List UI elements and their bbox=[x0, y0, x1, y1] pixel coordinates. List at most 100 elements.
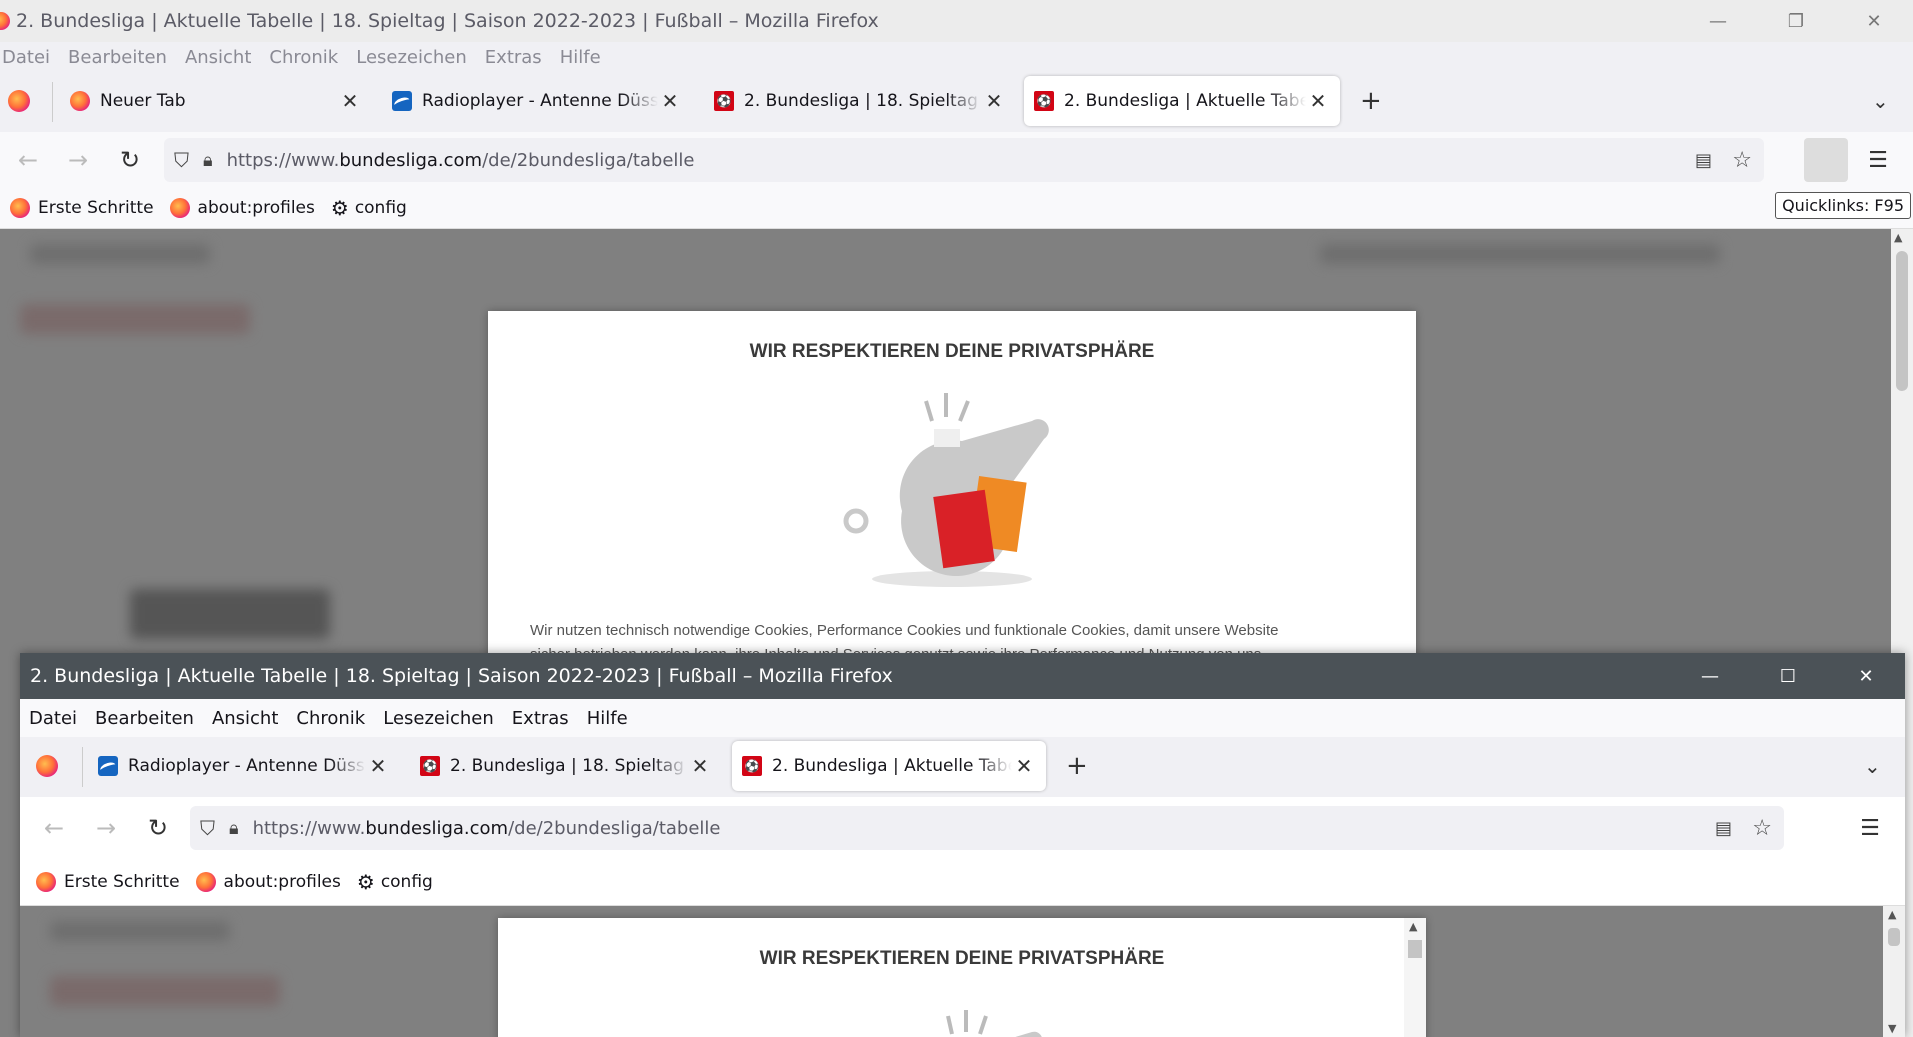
minimize-icon[interactable]: — bbox=[1671, 653, 1749, 699]
firefox-view-button[interactable] bbox=[36, 741, 66, 791]
reader-view-icon[interactable]: ▤ bbox=[1695, 150, 1712, 171]
menu-ansicht[interactable]: Ansicht bbox=[212, 708, 278, 729]
bundesliga-icon: ⚽ bbox=[714, 91, 734, 111]
title-bar: 2. Bundesliga | Aktuelle Tabelle | 18. S… bbox=[0, 0, 1913, 42]
page-scrollbar[interactable]: ▲ ▼ bbox=[1883, 906, 1905, 1037]
menu-bearbeiten[interactable]: Bearbeiten bbox=[95, 708, 194, 729]
menu-chronik[interactable]: Chronik bbox=[269, 47, 338, 68]
front-browser-window: 2. Bundesliga | Aktuelle Tabelle | 18. S… bbox=[20, 653, 1905, 1037]
url-text: https://www.bundesliga.com/de/2bundeslig… bbox=[227, 150, 695, 171]
menu-ansicht[interactable]: Ansicht bbox=[185, 47, 251, 68]
close-tab-icon[interactable]: ✕ bbox=[982, 89, 1006, 113]
url-bar[interactable]: ⛉ 🔒︎ https://www.bundesliga.com/de/2bund… bbox=[190, 806, 1784, 850]
bookmarks-toolbar: Erste Schritte about:profiles ⚙ config bbox=[20, 859, 1905, 906]
star-bookmark-icon[interactable]: ☆ bbox=[1752, 816, 1772, 841]
url-bar[interactable]: ⛉ 🔒︎ https://www.bundesliga.com/de/2bund… bbox=[164, 138, 1764, 182]
cookie-text-line: Wir nutzen technisch notwendige Cookies,… bbox=[530, 622, 1279, 639]
firefox-icon bbox=[70, 91, 90, 111]
modal-title: WIR RESPEKTIEREN DEINE PRIVATSPHÄRE bbox=[749, 341, 1155, 362]
close-tab-icon[interactable]: ✕ bbox=[338, 89, 362, 113]
back-arrow-icon[interactable]: ← bbox=[34, 808, 74, 848]
menu-extras[interactable]: Extras bbox=[485, 47, 542, 68]
extension-button[interactable] bbox=[1804, 138, 1848, 182]
menu-lesezeichen[interactable]: Lesezeichen bbox=[356, 47, 467, 68]
forward-arrow-icon[interactable]: → bbox=[58, 140, 98, 180]
menu-datei[interactable]: Datei bbox=[29, 708, 77, 729]
shield-icon[interactable]: ⛉ bbox=[200, 816, 215, 840]
back-arrow-icon[interactable]: ← bbox=[8, 140, 48, 180]
new-tab-button[interactable]: + bbox=[1066, 741, 1090, 791]
menu-bar: Datei Bearbeiten Ansicht Chronik Lesezei… bbox=[20, 699, 1905, 737]
forward-arrow-icon[interactable]: → bbox=[86, 808, 126, 848]
blurred-heading bbox=[130, 589, 330, 639]
tab-label: 2. Bundesliga | 18. Spieltag | Saison bbox=[450, 756, 688, 776]
tab-bundesliga-tabelle[interactable]: ⚽ 2. Bundesliga | Aktuelle Tabelle ✕ bbox=[1024, 76, 1340, 126]
scrollbar-thumb[interactable] bbox=[1408, 940, 1422, 958]
firefox-icon bbox=[0, 12, 10, 30]
maximize-icon[interactable]: ☐ bbox=[1749, 653, 1827, 699]
minimize-icon[interactable]: — bbox=[1679, 0, 1757, 42]
modal-title: WIR RESPEKTIEREN DEINE PRIVATSPHÄRE bbox=[759, 948, 1165, 969]
modal-scrollbar[interactable]: ▲ ▼ bbox=[1404, 918, 1426, 1037]
bookmark-config[interactable]: ⚙ config bbox=[357, 870, 433, 894]
lock-icon[interactable]: 🔒︎ bbox=[229, 818, 239, 839]
restore-icon[interactable]: ❐ bbox=[1757, 0, 1835, 42]
navigation-bar: ← → ↻ ⛉ 🔒︎ https://www.bundesliga.com/de… bbox=[20, 797, 1905, 859]
menu-bearbeiten[interactable]: Bearbeiten bbox=[68, 47, 167, 68]
close-window-icon[interactable]: ✕ bbox=[1827, 653, 1905, 699]
scrollbar-thumb[interactable] bbox=[1888, 928, 1900, 946]
bookmark-erste-schritte[interactable]: Erste Schritte bbox=[10, 198, 154, 218]
close-tab-icon[interactable]: ✕ bbox=[658, 89, 682, 113]
scroll-up-icon[interactable]: ▲ bbox=[1894, 231, 1902, 244]
cookie-consent-modal: WIR RESPEKTIEREN DEINE PRIVATSPHÄRE ▲ ▼ bbox=[498, 918, 1426, 1037]
close-tab-icon[interactable]: ✕ bbox=[366, 754, 390, 778]
shield-icon[interactable]: ⛉ bbox=[174, 148, 189, 172]
close-tab-icon[interactable]: ✕ bbox=[1306, 89, 1330, 113]
menu-datei[interactable]: Datei bbox=[2, 47, 50, 68]
bookmark-about-profiles[interactable]: about:profiles bbox=[195, 872, 341, 892]
close-tab-icon[interactable]: ✕ bbox=[1012, 754, 1036, 778]
tab-neuer-tab[interactable]: Neuer Tab ✕ bbox=[70, 76, 362, 126]
firefox-icon bbox=[8, 90, 30, 112]
bookmark-erste-schritte[interactable]: Erste Schritte bbox=[36, 872, 180, 892]
tab-separator bbox=[82, 747, 83, 787]
hamburger-menu-icon[interactable]: ☰ bbox=[1858, 140, 1898, 180]
menu-hilfe[interactable]: Hilfe bbox=[560, 47, 601, 68]
bookmark-about-profiles[interactable]: about:profiles bbox=[169, 198, 315, 218]
bookmark-label: about:profiles bbox=[223, 872, 341, 892]
bookmark-config[interactable]: ⚙ config bbox=[331, 196, 407, 220]
cookie-consent-modal: WIR RESPEKTIEREN DEINE PRIVATSPHÄRE Wir … bbox=[488, 311, 1416, 711]
menu-chronik[interactable]: Chronik bbox=[296, 708, 365, 729]
scroll-up-icon[interactable]: ▲ bbox=[1888, 908, 1896, 921]
tab-label: Radioplayer - Antenne Düsseldorf bbox=[422, 91, 658, 111]
reload-icon[interactable]: ↻ bbox=[138, 808, 178, 848]
gear-icon: ⚙ bbox=[356, 870, 375, 894]
menu-lesezeichen[interactable]: Lesezeichen bbox=[383, 708, 494, 729]
list-tabs-chevron-icon[interactable]: ⌄ bbox=[1864, 741, 1888, 791]
bookmark-label: config bbox=[380, 872, 433, 892]
scroll-down-icon[interactable]: ▼ bbox=[1888, 1022, 1896, 1035]
scroll-up-icon[interactable]: ▲ bbox=[1409, 920, 1417, 933]
tab-bundesliga-tabelle[interactable]: ⚽ 2. Bundesliga | Aktuelle Tabelle ✕ bbox=[732, 741, 1046, 791]
reader-view-icon[interactable]: ▤ bbox=[1715, 818, 1732, 839]
list-tabs-chevron-icon[interactable]: ⌄ bbox=[1872, 76, 1896, 126]
tab-separator bbox=[52, 82, 53, 122]
new-tab-button[interactable]: + bbox=[1360, 76, 1384, 126]
firefox-view-button[interactable] bbox=[8, 76, 38, 126]
hamburger-menu-icon[interactable]: ☰ bbox=[1850, 808, 1890, 848]
scrollbar-thumb[interactable] bbox=[1896, 251, 1908, 391]
menu-hilfe[interactable]: Hilfe bbox=[587, 708, 628, 729]
star-bookmark-icon[interactable]: ☆ bbox=[1732, 148, 1752, 173]
tab-bundesliga-spieltag[interactable]: ⚽ 2. Bundesliga | 18. Spieltag | Saison … bbox=[420, 741, 712, 791]
tab-radioplayer[interactable]: Radioplayer - Antenne Düsseldorf ✕ bbox=[392, 76, 682, 126]
tab-bundesliga-spieltag[interactable]: ⚽ 2. Bundesliga | 18. Spieltag | Saison … bbox=[714, 76, 1006, 126]
bookmark-label: Erste Schritte bbox=[64, 872, 180, 892]
firefox-icon bbox=[10, 198, 30, 218]
bookmarks-toolbar: Erste Schritte about:profiles ⚙ config Qu… bbox=[0, 188, 1913, 229]
tab-radioplayer[interactable]: Radioplayer - Antenne Düsseldorf ✕ bbox=[98, 741, 390, 791]
lock-icon[interactable]: 🔒︎ bbox=[203, 150, 213, 171]
reload-icon[interactable]: ↻ bbox=[110, 140, 150, 180]
close-tab-icon[interactable]: ✕ bbox=[688, 754, 712, 778]
menu-extras[interactable]: Extras bbox=[512, 708, 569, 729]
close-window-icon[interactable]: ✕ bbox=[1835, 0, 1913, 42]
